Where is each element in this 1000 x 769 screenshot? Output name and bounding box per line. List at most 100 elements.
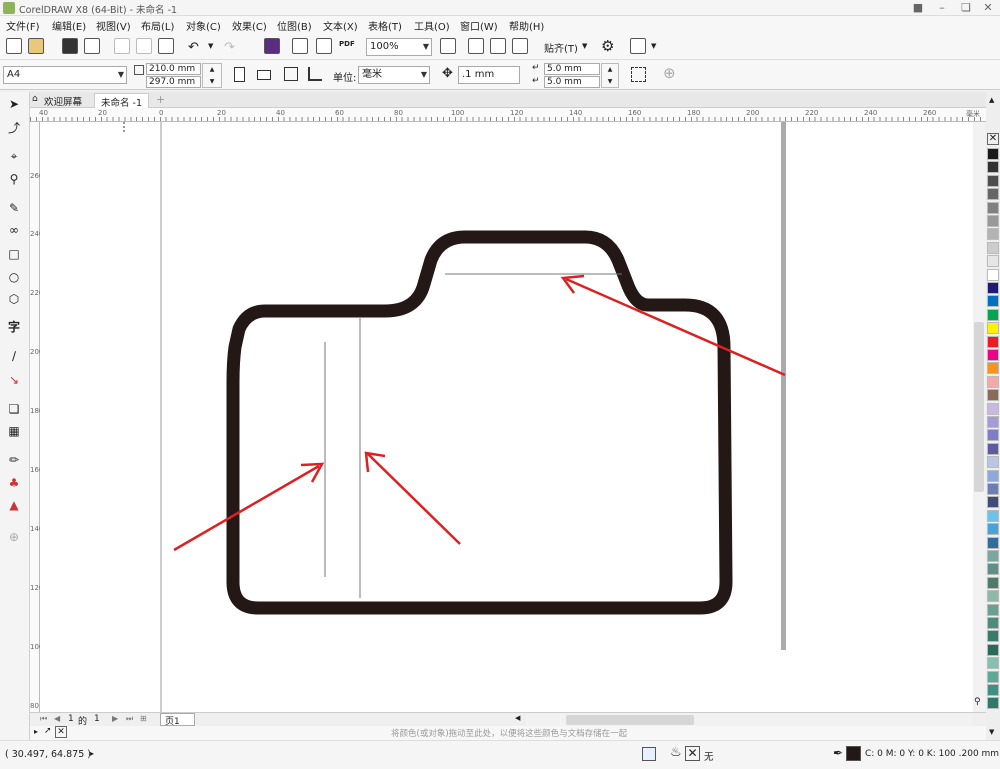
treat-as-filled-icon[interactable] <box>631 67 646 82</box>
palette-swatch[interactable] <box>987 603 999 616</box>
palette-swatch[interactable] <box>987 375 999 388</box>
snap-to-menu[interactable]: 贴齐(T) <box>544 40 578 55</box>
portrait-icon[interactable] <box>234 67 245 82</box>
snap-chevron-down-icon[interactable]: ▼ <box>582 42 587 50</box>
menu-view[interactable]: 视图(V) <box>96 18 131 33</box>
palette-swatch[interactable] <box>987 295 999 308</box>
polygon-tool-icon[interactable]: ⬡ <box>6 291 22 307</box>
open-folder-icon[interactable] <box>28 38 44 54</box>
duplicate-distance-x-input[interactable]: 5.0 mm <box>544 63 600 75</box>
duplicate-distance-y-input[interactable]: 5.0 mm <box>544 76 600 88</box>
scroll-left-icon[interactable]: ◀ <box>515 714 523 725</box>
grid-icon[interactable] <box>490 38 506 54</box>
page-height-input[interactable]: 297.0 mm <box>146 76 201 88</box>
account-icon[interactable]: ■ <box>906 0 930 16</box>
eyedropper-small-icon[interactable]: ➚ <box>44 726 52 736</box>
palette-swatch[interactable] <box>987 697 999 710</box>
palette-swatch[interactable] <box>987 416 999 428</box>
application-launcher-icon[interactable] <box>630 38 646 54</box>
prev-page-icon[interactable]: ◀ <box>54 714 60 723</box>
palette-swatch[interactable] <box>987 469 999 482</box>
interactive-fill-icon[interactable]: ♣ <box>6 475 22 491</box>
pick-tool-icon[interactable]: ➤ <box>6 96 22 112</box>
vertical-ruler[interactable]: 260 240 220 200 180 160 140 120 100 80 <box>30 122 43 712</box>
first-page-icon[interactable]: ⏮ <box>40 714 47 724</box>
publish-pdf-icon[interactable]: PDF <box>339 40 355 48</box>
palette-swatch[interactable] <box>987 282 999 294</box>
close-button[interactable]: ✕ <box>976 0 1000 16</box>
customize-toolbox-icon[interactable]: ⊕ <box>6 529 22 545</box>
export-icon[interactable] <box>316 38 332 54</box>
restore-button[interactable]: ❏ <box>954 0 978 16</box>
horizontal-ruler[interactable]: 40 20 0 20 40 60 80 100 120 140 160 180 … <box>30 108 986 122</box>
transparency-icon[interactable]: ▦ <box>6 423 22 439</box>
page-size-select[interactable]: A4 ▼ <box>3 66 127 84</box>
palette-swatch[interactable] <box>987 509 999 522</box>
freehand-tool-icon[interactable]: ✎ <box>6 200 22 216</box>
full-screen-icon[interactable] <box>440 38 456 54</box>
page-tab[interactable]: 页1 <box>160 713 195 727</box>
palette-swatch[interactable] <box>987 148 999 160</box>
text-tool-icon[interactable]: 字 <box>6 319 22 335</box>
copy-icon[interactable] <box>136 38 152 54</box>
duplicate-spinner[interactable]: ▲ ▼ <box>601 63 619 88</box>
shape-tool-icon[interactable]: ⤴ <box>6 120 22 136</box>
palette-swatch[interactable] <box>987 523 999 536</box>
palette-swatch[interactable] <box>987 174 999 187</box>
palette-swatch[interactable] <box>987 684 999 696</box>
nudge-distance-input[interactable]: .1 mm <box>458 66 520 84</box>
color-proof-icon[interactable] <box>642 747 656 761</box>
palette-swatch[interactable] <box>987 576 999 589</box>
palette-swatch[interactable] <box>987 456 999 469</box>
launcher-chevron-down-icon[interactable]: ▼ <box>651 42 656 50</box>
redo-icon[interactable]: ↷ <box>224 40 235 55</box>
menu-file[interactable]: 文件(F) <box>6 18 40 33</box>
palette-swatch[interactable] <box>987 630 999 643</box>
undo-dropdown-icon[interactable]: ▼ <box>208 42 213 50</box>
palette-swatch[interactable] <box>987 550 999 562</box>
outline-color-swatch[interactable] <box>846 746 861 761</box>
palette-swatch[interactable] <box>987 563 999 576</box>
paste-icon[interactable] <box>158 38 174 54</box>
add-tab-icon[interactable]: + <box>156 93 165 106</box>
eyedropper-icon[interactable]: ✏ <box>6 452 22 468</box>
no-color-icon[interactable]: ✕ <box>55 726 67 738</box>
no-color-swatch[interactable]: ✕ <box>987 133 999 145</box>
palette-swatch[interactable] <box>987 536 999 549</box>
guidelines-icon[interactable] <box>512 38 528 54</box>
connector-tool-icon[interactable]: ↘ <box>6 372 22 388</box>
menu-layout[interactable]: 布局(L) <box>141 18 174 33</box>
status-expand-icon[interactable]: ▸ <box>90 749 94 758</box>
save-icon[interactable] <box>62 38 78 54</box>
palette-swatch[interactable] <box>987 335 999 348</box>
palette-scroll-down-icon[interactable]: ▼ <box>989 728 994 736</box>
no-fill-swatch-icon[interactable]: ✕ <box>685 746 700 761</box>
print-icon[interactable] <box>84 38 100 54</box>
palette-swatch[interactable] <box>987 188 999 201</box>
palette-swatch[interactable] <box>987 241 999 254</box>
menu-bitmaps[interactable]: 位图(B) <box>277 18 312 33</box>
units-select[interactable]: 毫米 ▼ <box>358 66 430 84</box>
palette-swatch[interactable] <box>987 670 999 683</box>
menu-help[interactable]: 帮助(H) <box>509 18 544 33</box>
menu-tools[interactable]: 工具(O) <box>414 18 450 33</box>
menu-effects[interactable]: 效果(C) <box>232 18 267 33</box>
vertical-scroll-thumb[interactable] <box>974 322 984 492</box>
palette-swatch[interactable] <box>987 617 999 629</box>
rulers-icon[interactable] <box>468 38 484 54</box>
options-gear-icon[interactable]: ⚙ <box>601 37 614 55</box>
cut-icon[interactable] <box>114 38 130 54</box>
smart-fill-icon[interactable]: ▲ <box>6 497 22 513</box>
parallel-dimension-icon[interactable]: ∕ <box>6 348 22 364</box>
palette-swatch[interactable] <box>987 322 999 335</box>
palette-swatch[interactable] <box>987 201 999 214</box>
menu-text[interactable]: 文本(X) <box>323 18 358 33</box>
tab-welcome-screen[interactable]: ⌂ 欢迎屏幕 <box>30 93 88 108</box>
palette-swatch[interactable] <box>987 215 999 227</box>
palette-swatch[interactable] <box>987 362 999 375</box>
vertical-scrollbar[interactable]: ⚲ <box>973 122 985 712</box>
palette-swatch[interactable] <box>987 349 999 361</box>
new-document-icon[interactable] <box>6 38 22 54</box>
palette-swatch[interactable] <box>987 268 999 281</box>
last-page-icon[interactable]: ⏭ <box>126 714 133 724</box>
